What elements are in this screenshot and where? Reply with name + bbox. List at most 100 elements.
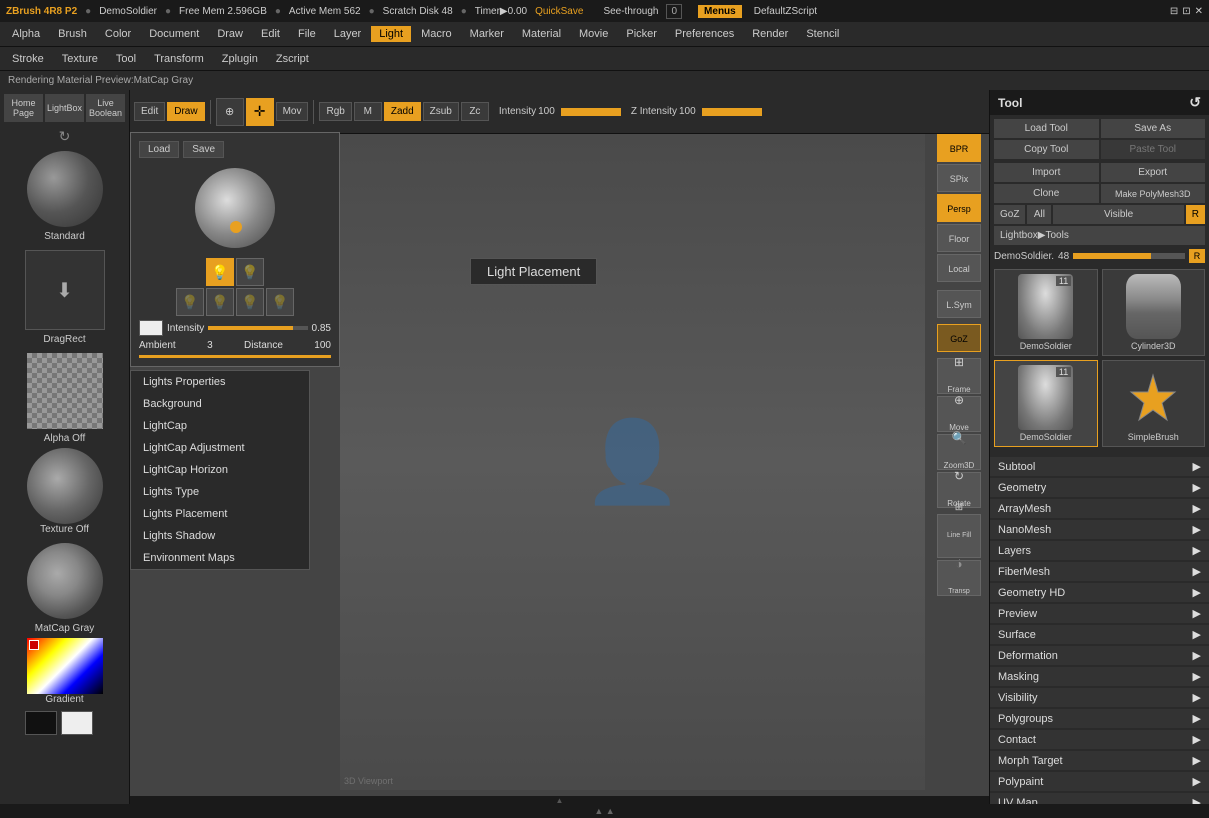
menu-item-stencil[interactable]: Stencil [798, 26, 847, 42]
intensity-popup-slider[interactable] [208, 326, 307, 330]
section-surface[interactable]: Surface ▶ [990, 625, 1209, 644]
section-preview[interactable]: Preview ▶ [990, 604, 1209, 623]
lsym-button[interactable]: L.Sym [937, 290, 981, 318]
menu-item-light[interactable]: Light [371, 26, 411, 42]
ambient-val[interactable]: 3 [207, 340, 213, 351]
light-icon-2[interactable]: 💡 [236, 258, 264, 286]
light-icon-1[interactable]: 💡 [206, 258, 234, 286]
section-layers[interactable]: Layers ▶ [990, 541, 1209, 560]
local-button[interactable]: Local [937, 254, 981, 282]
environment-maps-item[interactable]: Environment Maps [131, 547, 309, 569]
section-contact[interactable]: Contact ▶ [990, 730, 1209, 749]
texture-thumbnail[interactable] [27, 448, 103, 524]
lightcap-horizon-item[interactable]: LightCap Horizon [131, 459, 309, 481]
maximize-icon[interactable]: ⊡ [1182, 6, 1190, 17]
dragrect-button[interactable]: ⬇ [25, 250, 105, 330]
light-icon-5[interactable]: 💡 [236, 288, 264, 316]
export-button[interactable]: Export [1101, 163, 1206, 182]
alpha-thumbnail[interactable] [27, 353, 103, 429]
close-icon[interactable]: ✕ [1195, 6, 1203, 17]
transp-button[interactable]: ◑ Transp [937, 560, 981, 596]
section-arraymesh[interactable]: ArrayMesh ▶ [990, 499, 1209, 518]
menu-item-brush[interactable]: Brush [50, 26, 95, 42]
section-subtool[interactable]: Subtool ▶ [990, 457, 1209, 476]
paste-tool-button[interactable]: Paste Tool [1101, 140, 1206, 159]
background-item[interactable]: Background [131, 393, 309, 415]
menu-item-edit[interactable]: Edit [253, 26, 288, 42]
copy-tool-button[interactable]: Copy Tool [994, 140, 1099, 159]
zadd-button[interactable]: Zadd [384, 102, 421, 121]
all-button[interactable]: All [1027, 205, 1051, 224]
menu-item-marker[interactable]: Marker [462, 26, 512, 42]
subtool-item-cylinder[interactable]: Cylinder3D [1102, 269, 1206, 356]
home-page-button[interactable]: Home Page [4, 94, 43, 122]
soldier-slider[interactable] [1073, 253, 1185, 259]
section-visibility[interactable]: Visibility ▶ [990, 688, 1209, 707]
section-uv-map[interactable]: UV Map ▶ [990, 793, 1209, 804]
menu-item-movie[interactable]: Movie [571, 26, 616, 42]
section-fibermesh[interactable]: FiberMesh ▶ [990, 562, 1209, 581]
make-polymesh-button[interactable]: Make PolyMesh3D [1101, 184, 1206, 203]
menu-item-picker[interactable]: Picker [618, 26, 665, 42]
intensity-swatch[interactable] [139, 320, 163, 336]
intensity-slider[interactable] [561, 108, 621, 116]
move-button[interactable]: Mov [276, 102, 309, 121]
floor-button[interactable]: Floor [937, 224, 981, 252]
light-sphere[interactable] [195, 168, 275, 248]
nav-icon-2[interactable]: ✛ [246, 98, 274, 126]
zc-button[interactable]: Zc [461, 102, 489, 121]
bpr-button[interactable]: BPR [937, 134, 981, 162]
menu-item-color[interactable]: Color [97, 26, 139, 42]
menu-item-layer[interactable]: Layer [326, 26, 370, 42]
lightbox-button[interactable]: LightBox [45, 94, 84, 122]
r2-button[interactable]: R [1189, 249, 1205, 263]
menu-item-render[interactable]: Render [744, 26, 796, 42]
minimize-icon[interactable]: ⊟ [1170, 6, 1178, 17]
section-masking[interactable]: Masking ▶ [990, 667, 1209, 686]
section-morph-target[interactable]: Morph Target ▶ [990, 751, 1209, 770]
refresh-icon[interactable]: ↻ [59, 128, 71, 145]
menu-item-zscript[interactable]: Zscript [268, 51, 317, 67]
subtool-item-demosoldier[interactable]: 11 DemoSoldier [994, 269, 1098, 356]
menu-item-draw[interactable]: Draw [209, 26, 251, 42]
section-polygroups[interactable]: Polygroups ▶ [990, 709, 1209, 728]
quicksave-btn[interactable]: QuickSave [535, 6, 583, 17]
canvas-viewport[interactable]: 👤 3D Viewport [340, 134, 925, 790]
standard-thumbnail[interactable] [27, 151, 103, 227]
white-swatch[interactable] [61, 711, 93, 735]
visible-button[interactable]: Visible [1053, 205, 1183, 224]
zsub-button[interactable]: Zsub [423, 102, 459, 121]
import-button[interactable]: Import [994, 163, 1099, 182]
light-icon-3[interactable]: 💡 [176, 288, 204, 316]
matcap-thumbnail[interactable] [27, 543, 103, 619]
section-geometry[interactable]: Geometry ▶ [990, 478, 1209, 497]
goz-tool-button[interactable]: GoZ [994, 205, 1025, 224]
lightcap-item[interactable]: LightCap [131, 415, 309, 437]
menu-item-preferences[interactable]: Preferences [667, 26, 742, 42]
rgb-button[interactable]: Rgb [319, 102, 351, 121]
load-button[interactable]: Load [139, 141, 179, 158]
gradient-swatch[interactable] [27, 638, 103, 694]
lightcap-adjustment-item[interactable]: LightCap Adjustment [131, 437, 309, 459]
section-geometryhd[interactable]: Geometry HD ▶ [990, 583, 1209, 602]
draw-button[interactable]: Draw [167, 102, 204, 121]
menu-item-alpha[interactable]: Alpha [4, 26, 48, 42]
save-as-button[interactable]: Save As [1101, 119, 1206, 138]
menu-item-file[interactable]: File [290, 26, 324, 42]
lights-placement-item[interactable]: Lights Placement [131, 503, 309, 525]
section-nanomesh[interactable]: NanoMesh ▶ [990, 520, 1209, 539]
r-button[interactable]: R [1186, 205, 1205, 224]
clone-button[interactable]: Clone [994, 184, 1099, 203]
menu-item-document[interactable]: Document [141, 26, 207, 42]
lightbox-tools-button[interactable]: Lightbox▶Tools [994, 226, 1205, 245]
spix-button[interactable]: SPix [937, 164, 981, 192]
menu-item-transform[interactable]: Transform [146, 51, 212, 67]
live-boolean-button[interactable]: Live Boolean [86, 94, 125, 122]
section-deformation[interactable]: Deformation ▶ [990, 646, 1209, 665]
menu-item-material[interactable]: Material [514, 26, 569, 42]
distance-val[interactable]: 100 [314, 340, 331, 351]
menu-item-macro[interactable]: Macro [413, 26, 460, 42]
save-button[interactable]: Save [183, 141, 224, 158]
m-button[interactable]: M [354, 102, 382, 121]
lights-type-item[interactable]: Lights Type [131, 481, 309, 503]
